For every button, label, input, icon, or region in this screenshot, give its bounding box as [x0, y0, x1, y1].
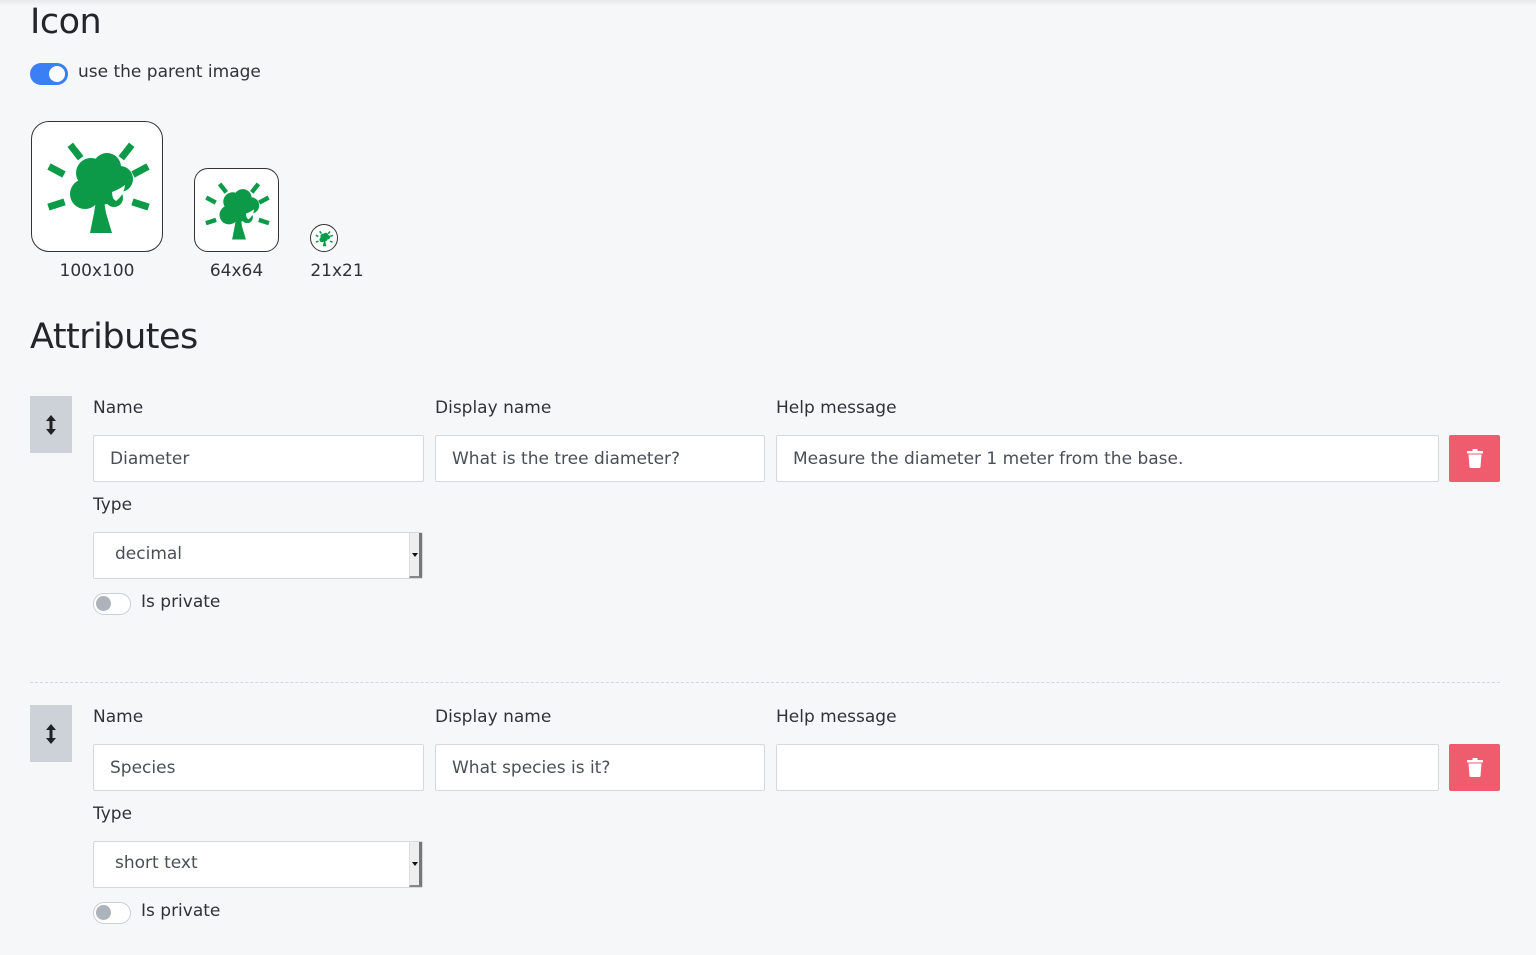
is-private-label: Is private — [141, 592, 221, 612]
is-private-label: Is private — [141, 901, 221, 921]
icon-preview-100 — [31, 121, 163, 252]
delete-attribute-button[interactable] — [1449, 435, 1500, 482]
help-message-input[interactable] — [776, 744, 1439, 791]
tree-sun-icon — [47, 142, 150, 233]
icon-section-title: Icon — [30, 2, 102, 42]
display-name-input[interactable] — [435, 744, 765, 791]
toggle-knob — [96, 596, 111, 611]
type-label: Type — [93, 495, 133, 515]
display-name-label: Display name — [435, 398, 552, 418]
help-message-label: Help message — [776, 707, 897, 727]
tree-sun-icon — [315, 230, 334, 246]
tree-sun-icon — [205, 182, 270, 239]
name-label: Name — [93, 398, 144, 418]
drag-handle[interactable] — [30, 705, 72, 762]
toggle-knob — [96, 905, 111, 920]
icon-size-label-100: 100x100 — [59, 261, 135, 281]
dropdown-arrow-icon — [409, 533, 422, 578]
trash-icon — [1466, 449, 1483, 468]
icon-size-label-64: 64x64 — [209, 261, 264, 281]
vertical-arrows-icon — [46, 723, 56, 744]
type-select[interactable]: short text — [93, 841, 423, 888]
attributes-section-title: Attributes — [30, 317, 198, 357]
icon-preview-21 — [310, 224, 338, 252]
help-message-input[interactable] — [776, 435, 1439, 482]
type-select-value: short text — [115, 853, 198, 873]
display-name-label: Display name — [435, 707, 552, 727]
trash-icon — [1466, 758, 1483, 777]
display-name-input[interactable] — [435, 435, 765, 482]
attribute-divider — [30, 682, 1500, 683]
is-private-toggle[interactable] — [93, 593, 131, 615]
name-input[interactable] — [93, 744, 424, 791]
toggle-knob — [49, 66, 65, 82]
name-input[interactable] — [93, 435, 424, 482]
vertical-arrows-icon — [46, 414, 56, 435]
drag-handle[interactable] — [30, 396, 72, 453]
name-label: Name — [93, 707, 144, 727]
use-parent-image-label: use the parent image — [78, 62, 261, 82]
use-parent-image-toggle[interactable] — [30, 63, 68, 85]
dropdown-arrow-icon — [409, 842, 422, 887]
delete-attribute-button[interactable] — [1449, 744, 1500, 791]
type-select[interactable]: decimal — [93, 532, 423, 579]
type-select-value: decimal — [115, 544, 183, 564]
help-message-label: Help message — [776, 398, 897, 418]
type-label: Type — [93, 804, 133, 824]
is-private-toggle[interactable] — [93, 902, 131, 924]
icon-preview-64 — [194, 168, 279, 252]
icon-size-label-21: 21x21 — [310, 261, 364, 281]
